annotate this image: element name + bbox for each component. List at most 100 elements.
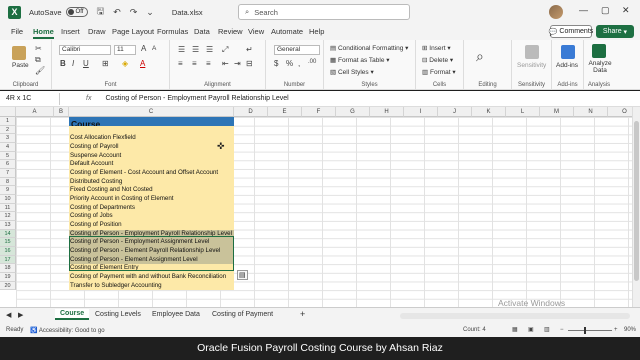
paste-button[interactable]: Paste bbox=[12, 62, 29, 69]
undo-icon[interactable]: ↶ bbox=[113, 7, 121, 18]
row-header-6[interactable]: 6 bbox=[0, 160, 16, 169]
bold-icon[interactable]: B bbox=[60, 59, 66, 68]
column-header-g[interactable]: G bbox=[336, 107, 370, 117]
column-header-m[interactable]: M bbox=[540, 107, 574, 117]
row-header-15[interactable]: 15 bbox=[0, 238, 16, 248]
insert-cells-button[interactable]: ⊞ Insert ▾ bbox=[422, 44, 451, 52]
save-icon[interactable]: 🖫 bbox=[97, 4, 105, 20]
cell-styles-button[interactable]: ▧ Cell Styles ▾ bbox=[330, 68, 374, 76]
add-sheet-icon[interactable]: + bbox=[300, 309, 305, 319]
number-format-select[interactable]: General bbox=[274, 45, 320, 55]
row-header-17[interactable]: 17 bbox=[0, 255, 16, 265]
zoom-in-icon[interactable]: + bbox=[614, 327, 618, 333]
find-icon[interactable]: ⌕ bbox=[476, 48, 484, 65]
align-left-icon[interactable]: ≡ bbox=[178, 59, 183, 68]
tab-help[interactable]: Help bbox=[309, 27, 324, 36]
delete-cells-button[interactable]: ⊟ Delete ▾ bbox=[422, 56, 453, 64]
cut-icon[interactable]: ✂ bbox=[35, 44, 42, 53]
course-cell[interactable]: Default Account bbox=[69, 160, 234, 169]
autosave-toggle[interactable]: Off bbox=[65, 7, 88, 17]
paste-icon[interactable] bbox=[12, 46, 26, 60]
column-header-j[interactable]: J bbox=[438, 107, 472, 117]
fx-icon[interactable]: fx bbox=[86, 95, 91, 102]
align-right-icon[interactable]: ≡ bbox=[206, 59, 211, 68]
sheet-tab-costing-levels[interactable]: Costing Levels bbox=[95, 311, 141, 318]
customize-toolbar-icon[interactable]: ⌄ bbox=[146, 7, 154, 18]
column-header-f[interactable]: F bbox=[302, 107, 336, 117]
borders-icon[interactable]: ⊞ bbox=[102, 59, 109, 68]
font-size-select[interactable]: 11 bbox=[114, 45, 136, 55]
row-header-8[interactable]: 8 bbox=[0, 177, 16, 187]
course-cell[interactable]: Distributed Costing bbox=[69, 177, 234, 187]
currency-icon[interactable]: $ bbox=[274, 59, 278, 68]
course-cell[interactable]: Costing of Payment with and without Bank… bbox=[69, 273, 234, 282]
row-header-12[interactable]: 12 bbox=[0, 212, 16, 222]
font-name-select[interactable]: Calibri bbox=[59, 45, 111, 55]
column-header-l[interactable]: L bbox=[506, 107, 540, 117]
accessibility-status[interactable]: ♿ Accessibility: Good to go bbox=[30, 327, 105, 334]
column-header-i[interactable]: I bbox=[404, 107, 438, 117]
spreadsheet-grid[interactable]: ABCDEFGHIJKLMNOP 12345678910111213141516… bbox=[0, 107, 640, 307]
sheet-tab-employee-data[interactable]: Employee Data bbox=[152, 311, 200, 318]
copy-icon[interactable]: ⧉ bbox=[35, 55, 41, 65]
align-center-icon[interactable]: ≡ bbox=[192, 59, 197, 68]
row-header-19[interactable]: 19 bbox=[0, 273, 16, 282]
search-input[interactable]: ⌕ Search bbox=[238, 4, 410, 20]
course-cell[interactable]: Costing of Jobs bbox=[69, 212, 234, 222]
course-cell[interactable]: Fixed Costing and Not Costed bbox=[69, 186, 234, 196]
analyze-data-icon[interactable] bbox=[592, 44, 606, 58]
horizontal-scrollbar[interactable] bbox=[400, 313, 630, 319]
column-header-k[interactable]: K bbox=[472, 107, 506, 117]
zoom-slider[interactable] bbox=[568, 327, 612, 334]
row-header-14[interactable]: 14 bbox=[0, 229, 16, 239]
row-header-1[interactable]: 1 bbox=[0, 117, 16, 126]
increase-font-icon[interactable]: A bbox=[141, 44, 146, 53]
row-header-4[interactable]: 4 bbox=[0, 143, 16, 152]
vertical-scrollbar[interactable] bbox=[632, 107, 640, 307]
redo-icon[interactable]: ↷ bbox=[130, 7, 138, 18]
row-header-9[interactable]: 9 bbox=[0, 186, 16, 196]
addins-icon[interactable] bbox=[561, 45, 575, 59]
row-header-13[interactable]: 13 bbox=[0, 221, 16, 230]
course-cell[interactable]: Cost Allocation Flexfield bbox=[69, 134, 234, 143]
orientation-icon[interactable]: ⤢ bbox=[222, 45, 228, 55]
course-cell[interactable]: Costing of Payroll bbox=[69, 143, 234, 152]
next-sheet-icon[interactable]: ▶ bbox=[18, 311, 23, 319]
wrap-text-icon[interactable]: ↵ bbox=[246, 45, 253, 54]
course-cell[interactable]: Suspense Account bbox=[69, 151, 234, 161]
italic-icon[interactable]: I bbox=[72, 59, 74, 68]
tab-home[interactable]: Home bbox=[33, 27, 54, 39]
course-cell[interactable]: Costing of Departments bbox=[69, 203, 234, 213]
prev-sheet-icon[interactable]: ◀ bbox=[6, 311, 11, 319]
format-as-table-button[interactable]: ▦ Format as Table ▾ bbox=[330, 56, 390, 64]
page-break-view-icon[interactable]: ▥ bbox=[544, 326, 550, 333]
row-header-2[interactable]: 2 bbox=[0, 125, 16, 135]
column-header-e[interactable]: E bbox=[268, 107, 302, 117]
format-painter-icon[interactable]: 🖌 bbox=[35, 66, 45, 75]
decimal-icon[interactable]: .00 bbox=[308, 59, 316, 65]
column-header-a[interactable]: A bbox=[16, 107, 54, 117]
tab-file[interactable]: File bbox=[11, 27, 23, 36]
indent-icon[interactable]: ⇤ bbox=[222, 59, 229, 68]
column-header-h[interactable]: H bbox=[370, 107, 404, 117]
sheet-tab-course[interactable]: Course bbox=[55, 309, 90, 320]
tab-formulas[interactable]: Formulas bbox=[157, 27, 188, 36]
sensitivity-icon[interactable] bbox=[525, 45, 539, 59]
font-color-icon[interactable]: A bbox=[140, 59, 145, 68]
addins-button[interactable]: Add-ins bbox=[556, 62, 578, 69]
sheet-tab-costing-of-payment[interactable]: Costing of Payment bbox=[212, 311, 273, 318]
course-cell[interactable]: Transfer to Subledger Accounting bbox=[69, 281, 234, 291]
tab-automate[interactable]: Automate bbox=[271, 27, 303, 36]
row-header-7[interactable]: 7 bbox=[0, 169, 16, 178]
minimize-icon[interactable]: — bbox=[579, 5, 588, 15]
column-header-n[interactable]: N bbox=[574, 107, 608, 117]
column-header-c[interactable]: C bbox=[69, 107, 234, 117]
align-bottom-icon[interactable]: ☰ bbox=[206, 45, 213, 54]
underline-icon[interactable]: U bbox=[83, 59, 89, 68]
tab-data[interactable]: Data bbox=[194, 27, 210, 36]
quick-analysis-icon[interactable]: ▤ bbox=[237, 270, 248, 280]
avatar[interactable] bbox=[549, 5, 563, 19]
close-icon[interactable]: ✕ bbox=[622, 5, 630, 16]
column-header-b[interactable]: B bbox=[54, 107, 69, 117]
outdent-icon[interactable]: ⇥ bbox=[234, 59, 241, 68]
